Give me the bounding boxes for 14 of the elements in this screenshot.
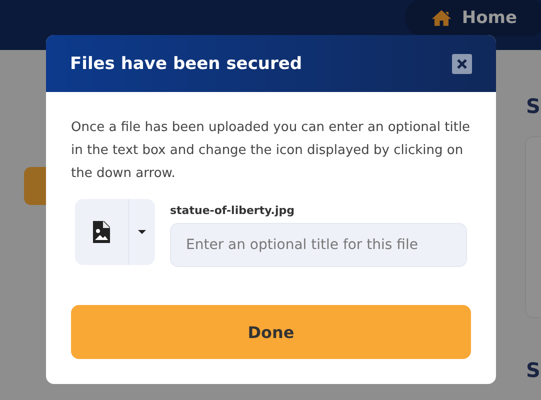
file-name: statue-of-liberty.jpg [170,204,296,217]
home-link[interactable]: Home [404,0,541,36]
done-button[interactable]: Done [71,305,471,359]
home-icon [430,8,452,26]
caret-icon [138,230,146,234]
close-icon [457,58,467,68]
instructions-text: Once a file has been uploaded you can enter an optional title in the text box and change the icon displayed by clicking on the down arrow. [71,119,471,183]
image-file-icon [93,221,110,243]
title-input[interactable]: Enter an optional title for this file [170,223,467,267]
icon-picker[interactable] [75,199,155,265]
section-heading: S [526,358,541,382]
section-heading: S [526,94,541,118]
close-button[interactable] [452,54,472,74]
dialog-title: Files have been secured [70,54,302,74]
